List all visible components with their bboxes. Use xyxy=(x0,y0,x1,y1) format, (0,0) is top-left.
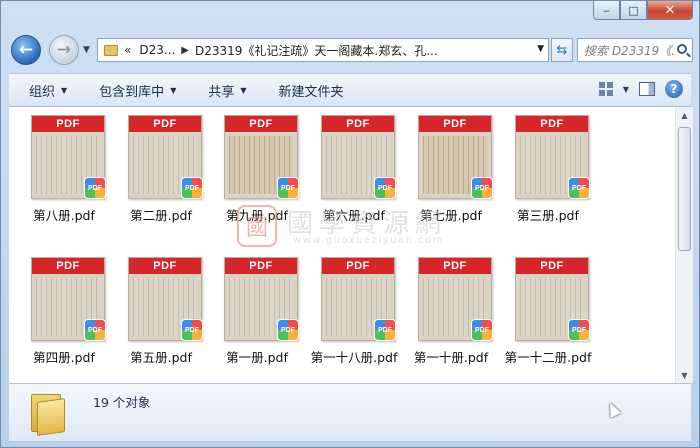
file-item[interactable]: PDF PDF 第一册.pdf xyxy=(212,249,302,379)
file-item[interactable]: PDF PDF 第七册.pdf xyxy=(406,107,496,237)
file-item[interactable]: PDF PDF 第八册.pdf xyxy=(19,107,109,237)
search-placeholder: 搜索 D23319《... xyxy=(584,43,676,58)
refresh-button[interactable]: ⇆ xyxy=(551,38,573,62)
forward-button[interactable]: → xyxy=(49,35,79,65)
view-controls: ▼ ? xyxy=(598,80,683,98)
pdf-app-icon: PDF xyxy=(471,177,493,199)
scroll-up-icon[interactable]: ▲ xyxy=(676,107,693,123)
back-button[interactable]: ← xyxy=(11,35,41,65)
breadcrumb-overflow[interactable]: « xyxy=(124,43,131,57)
pdf-banner: PDF xyxy=(225,116,297,132)
file-name: 第四册.pdf xyxy=(33,350,95,365)
maximize-button[interactable]: □ xyxy=(620,1,647,20)
file-item[interactable]: PDF PDF 第六册.pdf xyxy=(309,107,399,237)
close-button[interactable]: ✕ xyxy=(647,1,693,20)
file-item[interactable]: PDF PDF 第一十册.pdf xyxy=(406,249,496,379)
organize-menu[interactable]: 组织 ▼ xyxy=(29,81,67,100)
pdf-app-icon: PDF xyxy=(84,319,106,341)
file-list-pane[interactable]: PDF PDF 第八册.pdf PDF PDF 第二册.pdf PDF PDF 第九册.pdf P… xyxy=(9,107,675,383)
breadcrumb-item[interactable]: D23... xyxy=(139,43,175,57)
file-item[interactable]: PDF PDF 第一十二册.pdf xyxy=(503,249,593,379)
pdf-banner: PDF xyxy=(225,258,297,274)
file-name: 第二册.pdf xyxy=(130,208,192,223)
organize-label: 组织 xyxy=(29,84,56,100)
pdf-app-icon: PDF xyxy=(277,177,299,199)
pdf-banner: PDF xyxy=(129,258,201,274)
item-count: 19 个对象 xyxy=(93,395,151,410)
file-item[interactable]: PDF PDF 第九册.pdf xyxy=(212,107,302,237)
mouse-cursor-icon xyxy=(604,400,622,418)
file-name: 第一册.pdf xyxy=(226,350,288,365)
search-icon[interactable] xyxy=(677,44,687,54)
file-item[interactable]: PDF PDF 第五册.pdf xyxy=(116,249,206,379)
pdf-banner: PDF xyxy=(516,258,588,274)
file-name: 第八册.pdf xyxy=(33,208,95,223)
file-name: 第一十二册.pdf xyxy=(504,350,592,365)
file-name: 第七册.pdf xyxy=(420,208,482,223)
caption-buttons: ‒ □ ✕ xyxy=(593,1,693,20)
help-icon[interactable]: ? xyxy=(665,80,683,98)
pdf-banner: PDF xyxy=(32,116,104,132)
folder-icon xyxy=(104,44,118,56)
breadcrumb-current[interactable]: D23319《礼记注疏》天一阁藏本.郑玄、孔... xyxy=(195,42,495,59)
file-item[interactable]: PDF PDF 第二册.pdf xyxy=(116,107,206,237)
address-dropdown-icon[interactable]: ▼ xyxy=(537,44,544,54)
pdf-app-icon: PDF xyxy=(181,319,203,341)
pdf-app-icon: PDF xyxy=(374,319,396,341)
details-pane: 19 个对象 xyxy=(9,383,691,441)
chevron-down-icon: ▼ xyxy=(240,85,247,95)
change-view-icon[interactable] xyxy=(598,82,613,96)
pdf-app-icon: PDF xyxy=(374,177,396,199)
file-item[interactable]: PDF PDF 第三册.pdf xyxy=(503,107,593,237)
folder-icon xyxy=(29,390,69,436)
pdf-app-icon: PDF xyxy=(471,319,493,341)
pdf-app-icon: PDF xyxy=(84,177,106,199)
pdf-banner: PDF xyxy=(419,258,491,274)
address-bar[interactable]: « D23... ▶ D23319《礼记注疏》天一阁藏本.郑玄、孔... ▼ xyxy=(97,38,549,62)
file-name: 第一十册.pdf xyxy=(413,350,489,365)
new-folder-label: 新建文件夹 xyxy=(278,84,344,100)
search-input[interactable]: 搜索 D23319《... xyxy=(577,38,693,62)
pdf-banner: PDF xyxy=(322,116,394,132)
navigation-bar: ← → ▼ « D23... ▶ D23319《礼记注疏》天一阁藏本.郑玄、孔.… xyxy=(9,35,693,65)
vertical-scrollbar[interactable]: ▲ ▼ xyxy=(675,107,693,383)
file-name: 第三册.pdf xyxy=(517,208,579,223)
pdf-app-icon: PDF xyxy=(277,319,299,341)
pdf-app-icon: PDF xyxy=(181,177,203,199)
view-options-dropdown-icon[interactable]: ▼ xyxy=(623,85,629,94)
file-item[interactable]: PDF PDF 第一十八册.pdf xyxy=(309,249,399,379)
include-in-library-menu[interactable]: 包含到库中 ▼ xyxy=(99,81,176,100)
recent-pages-dropdown-icon[interactable]: ▼ xyxy=(83,45,90,55)
preview-pane-icon[interactable] xyxy=(639,82,655,96)
share-label: 共享 xyxy=(208,84,235,100)
new-folder-button[interactable]: 新建文件夹 xyxy=(279,81,344,100)
pdf-banner: PDF xyxy=(322,258,394,274)
pdf-app-icon: PDF xyxy=(568,319,590,341)
file-name: 第一十八册.pdf xyxy=(310,350,398,365)
file-name: 第九册.pdf xyxy=(226,208,288,223)
file-name: 第六册.pdf xyxy=(323,208,385,223)
file-name: 第五册.pdf xyxy=(130,350,192,365)
pdf-app-icon: PDF xyxy=(568,177,590,199)
pdf-banner: PDF xyxy=(516,116,588,132)
pdf-banner: PDF xyxy=(32,258,104,274)
pdf-banner: PDF xyxy=(129,116,201,132)
chevron-down-icon: ▼ xyxy=(170,85,177,95)
explorer-window: ‒ □ ✕ ← → ▼ « D23... ▶ D23319《礼记注疏》天一阁藏本… xyxy=(0,0,700,448)
minimize-button[interactable]: ‒ xyxy=(593,1,620,20)
file-item[interactable]: PDF PDF 第四册.pdf xyxy=(19,249,109,379)
share-menu[interactable]: 共享 ▼ xyxy=(208,81,246,100)
include-in-library-label: 包含到库中 xyxy=(99,84,165,100)
chevron-down-icon: ▼ xyxy=(61,85,68,95)
breadcrumb-separator-icon[interactable]: ▶ xyxy=(181,45,189,56)
pdf-banner: PDF xyxy=(419,116,491,132)
scrollbar-thumb[interactable] xyxy=(678,127,691,251)
command-bar: 组织 ▼ 包含到库中 ▼ 共享 ▼ 新建文件夹 ▼ ? xyxy=(9,73,691,107)
scroll-down-icon[interactable]: ▼ xyxy=(676,367,693,383)
